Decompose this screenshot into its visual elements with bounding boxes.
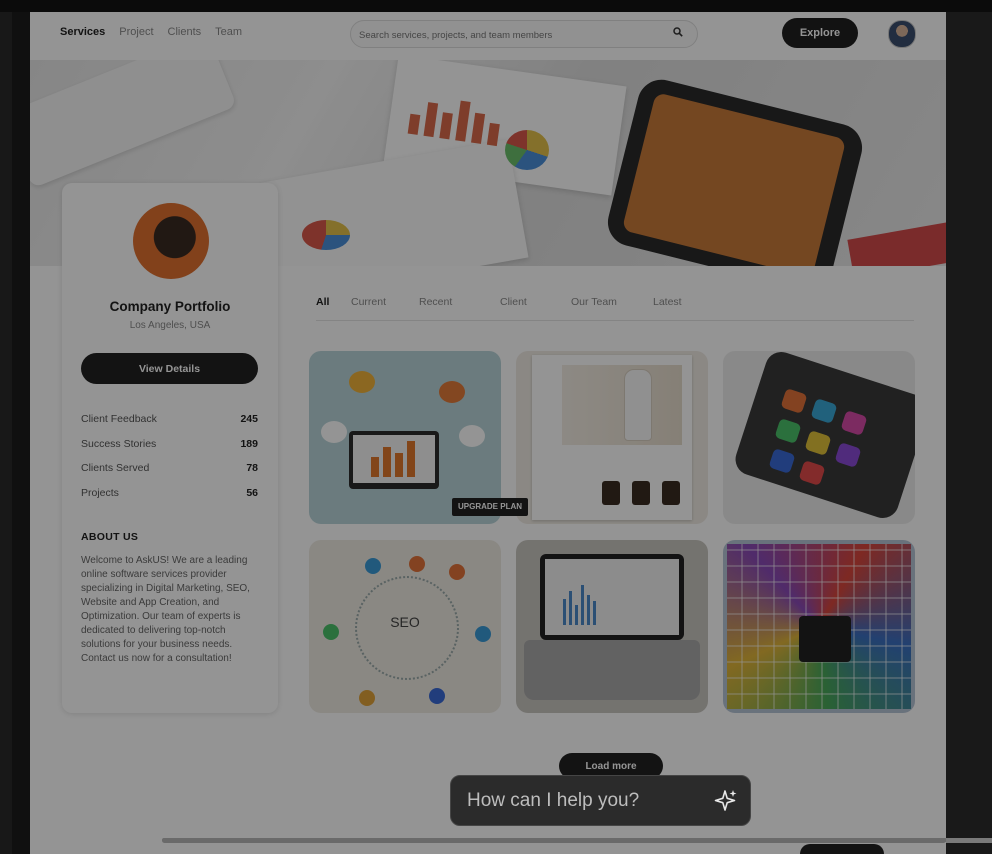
modal-overlay [0,0,992,854]
sparkle-icon[interactable] [713,788,739,814]
horizontal-scrollbar[interactable] [162,838,946,843]
horizontal-scrollbar-end [946,838,992,843]
assistant-input[interactable] [465,787,699,815]
assistant-prompt-box [450,775,751,826]
